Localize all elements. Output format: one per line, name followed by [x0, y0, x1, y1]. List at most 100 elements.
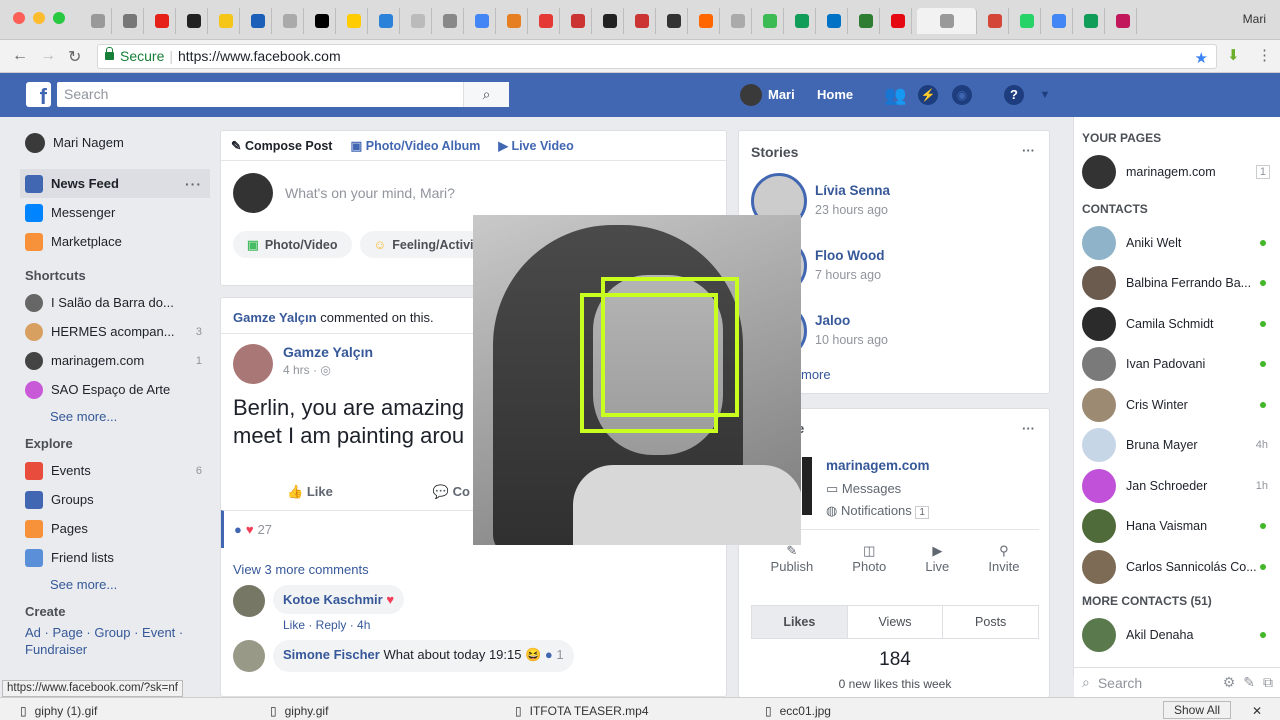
contact-item[interactable]: Balbina Ferrando Ba... — [1074, 263, 1280, 304]
live-button[interactable]: ▶ Live — [925, 543, 949, 574]
comment-author[interactable]: Kotoe Kaschmir — [283, 592, 383, 607]
explore-item-friend-lists[interactable]: Friend lists — [20, 543, 210, 572]
reload-icon[interactable]: ↻ — [68, 47, 81, 67]
explore-see-more-link[interactable]: See more... — [20, 572, 210, 598]
profile-shortcut[interactable]: Mari Nagem — [20, 128, 210, 157]
window-user-name[interactable]: Mari — [1243, 12, 1266, 26]
browser-tab[interactable] — [309, 8, 336, 34]
account-menu-chevron-icon[interactable]: ▼ — [1035, 85, 1055, 105]
tab-live-video[interactable]: ▶ Live Video — [498, 138, 573, 153]
contact-item[interactable]: Ivan Padovani — [1074, 344, 1280, 385]
post-time[interactable]: 4 hrs · ◎ — [283, 363, 373, 377]
publish-button[interactable]: ✎ Publish — [771, 543, 814, 574]
browser-tab[interactable] — [533, 8, 560, 34]
contact-item[interactable]: Carlos Sannicolás Co... — [1074, 547, 1280, 588]
browser-tab[interactable] — [661, 8, 688, 34]
sidebar-item-marketplace[interactable]: Marketplace — [20, 227, 210, 256]
url-bar[interactable]: Secure | https://www.facebook.com ★ — [97, 44, 1217, 69]
extension-icon[interactable]: ⬇ — [1227, 46, 1240, 64]
shortcut-item[interactable]: I Salão da Barra do... — [20, 288, 210, 317]
maximize-window-button[interactable] — [53, 12, 65, 24]
post-author[interactable]: Gamze Yalçın — [283, 344, 373, 360]
browser-tab[interactable] — [149, 8, 176, 34]
shortcut-item[interactable]: SAO Espaço de Arte — [20, 375, 210, 404]
shortcut-item[interactable]: HERMES acompan... 3 — [20, 317, 210, 346]
explore-item-groups[interactable]: Groups — [20, 485, 210, 514]
context-user-link[interactable]: Gamze Yalçın — [233, 310, 317, 325]
shortcut-item[interactable]: marinagem.com 1 — [20, 346, 210, 375]
download-item[interactable]: ▯ giphy (1).gif — [20, 704, 97, 718]
search-icon[interactable]: ⌕ — [463, 82, 509, 107]
browser-tab[interactable] — [565, 8, 592, 34]
browser-tab[interactable] — [405, 8, 432, 34]
facebook-search-input[interactable]: Search ⌕ — [57, 82, 509, 107]
more-options-icon[interactable]: ··· — [185, 176, 202, 192]
browser-tab[interactable] — [437, 8, 464, 34]
sidebar-item-messenger[interactable]: Messenger — [20, 198, 210, 227]
contact-item[interactable]: Hana Vaisman — [1074, 506, 1280, 547]
browser-tab[interactable] — [597, 8, 624, 34]
browser-tab[interactable] — [821, 8, 848, 34]
contact-item[interactable]: Bruna Mayer 4h — [1074, 425, 1280, 466]
browser-tab[interactable] — [1078, 8, 1105, 34]
profile-link[interactable]: Mari — [740, 84, 795, 106]
chat-search-input[interactable]: ⌕ Search ⚙✎⧉ — [1074, 667, 1280, 697]
contact-item[interactable]: Cris Winter — [1074, 385, 1280, 426]
back-icon[interactable]: ← — [12, 47, 28, 65]
invite-button[interactable]: ⚲ Invite — [988, 543, 1019, 574]
page-notifications-link[interactable]: ◍ Notifications 1 — [826, 503, 929, 519]
browser-tab[interactable] — [373, 8, 400, 34]
browser-tab[interactable] — [213, 8, 240, 34]
browser-menu-icon[interactable]: ⋮ — [1257, 46, 1272, 64]
comment-button[interactable]: 💬 Co — [433, 484, 470, 500]
story-name[interactable]: Lívia Senna — [815, 183, 890, 198]
tab-photo-video-album[interactable]: ▣ Photo/Video Album — [350, 138, 480, 153]
contact-item[interactable]: Jan Schroeder 1h — [1074, 466, 1280, 507]
browser-tab[interactable] — [629, 8, 656, 34]
download-item[interactable]: ▯ ecc01.jpg — [765, 704, 831, 718]
explore-item-events[interactable]: Events 6 — [20, 456, 210, 485]
story-name[interactable]: Floo Wood — [815, 248, 884, 263]
feeling-activity-button[interactable]: ☺ Feeling/Activi — [359, 231, 488, 258]
close-window-button[interactable] — [13, 12, 25, 24]
minimize-window-button[interactable] — [33, 12, 45, 24]
browser-tab[interactable] — [725, 8, 752, 34]
shortcuts-see-more-link[interactable]: See more... — [20, 404, 210, 430]
friend-requests-icon[interactable]: 👥 — [884, 85, 906, 105]
comment-author[interactable]: Simone Fischer — [283, 647, 380, 662]
composer-input[interactable]: What's on your mind, Mari? — [285, 185, 455, 201]
browser-tab[interactable] — [757, 8, 784, 34]
page-name-link[interactable]: marinagem.com — [826, 458, 930, 473]
stories-see-more-link[interactable]: more — [801, 367, 831, 382]
explore-item-pages[interactable]: Pages — [20, 514, 210, 543]
help-icon[interactable]: ? — [1004, 85, 1024, 105]
browser-tab[interactable] — [85, 8, 112, 34]
browser-tab-active[interactable] — [917, 8, 977, 34]
home-link[interactable]: Home — [817, 84, 853, 106]
chat-settings-icons[interactable]: ⚙✎⧉ — [1223, 674, 1280, 691]
tab-likes[interactable]: Likes — [752, 606, 848, 638]
bookmark-star-icon[interactable]: ★ — [1195, 47, 1208, 70]
download-item[interactable]: ▯ giphy.gif — [270, 704, 328, 718]
tab-posts[interactable]: Posts — [943, 606, 1038, 638]
photo-video-button[interactable]: ▣ Photo/Video — [233, 231, 352, 258]
forward-icon[interactable]: → — [40, 47, 56, 65]
browser-tab[interactable] — [1014, 8, 1041, 34]
photo-button[interactable]: ◫ Photo — [852, 543, 886, 574]
story-name[interactable]: Jaloo — [815, 313, 850, 328]
browser-tab[interactable] — [501, 8, 528, 34]
comment-actions[interactable]: Like · Reply · 4h — [273, 614, 404, 636]
browser-tab[interactable] — [693, 8, 720, 34]
browser-tab[interactable] — [245, 8, 272, 34]
your-page-item[interactable]: marinagem.com 1 — [1074, 152, 1280, 193]
browser-tab[interactable] — [181, 8, 208, 34]
tab-views[interactable]: Views — [848, 606, 944, 638]
browser-tab[interactable] — [1046, 8, 1073, 34]
browser-tab[interactable] — [853, 8, 880, 34]
contact-item[interactable]: Camila Schmidt — [1074, 304, 1280, 345]
contact-item[interactable]: Aniki Welt — [1074, 223, 1280, 264]
create-links[interactable]: Ad · Page · Group · Event · Fundraiser — [20, 624, 210, 658]
sidebar-item-news-feed[interactable]: News Feed ··· — [20, 169, 210, 198]
show-all-downloads-button[interactable]: Show All — [1163, 701, 1232, 719]
messenger-icon[interactable]: ⚡ — [918, 85, 938, 105]
